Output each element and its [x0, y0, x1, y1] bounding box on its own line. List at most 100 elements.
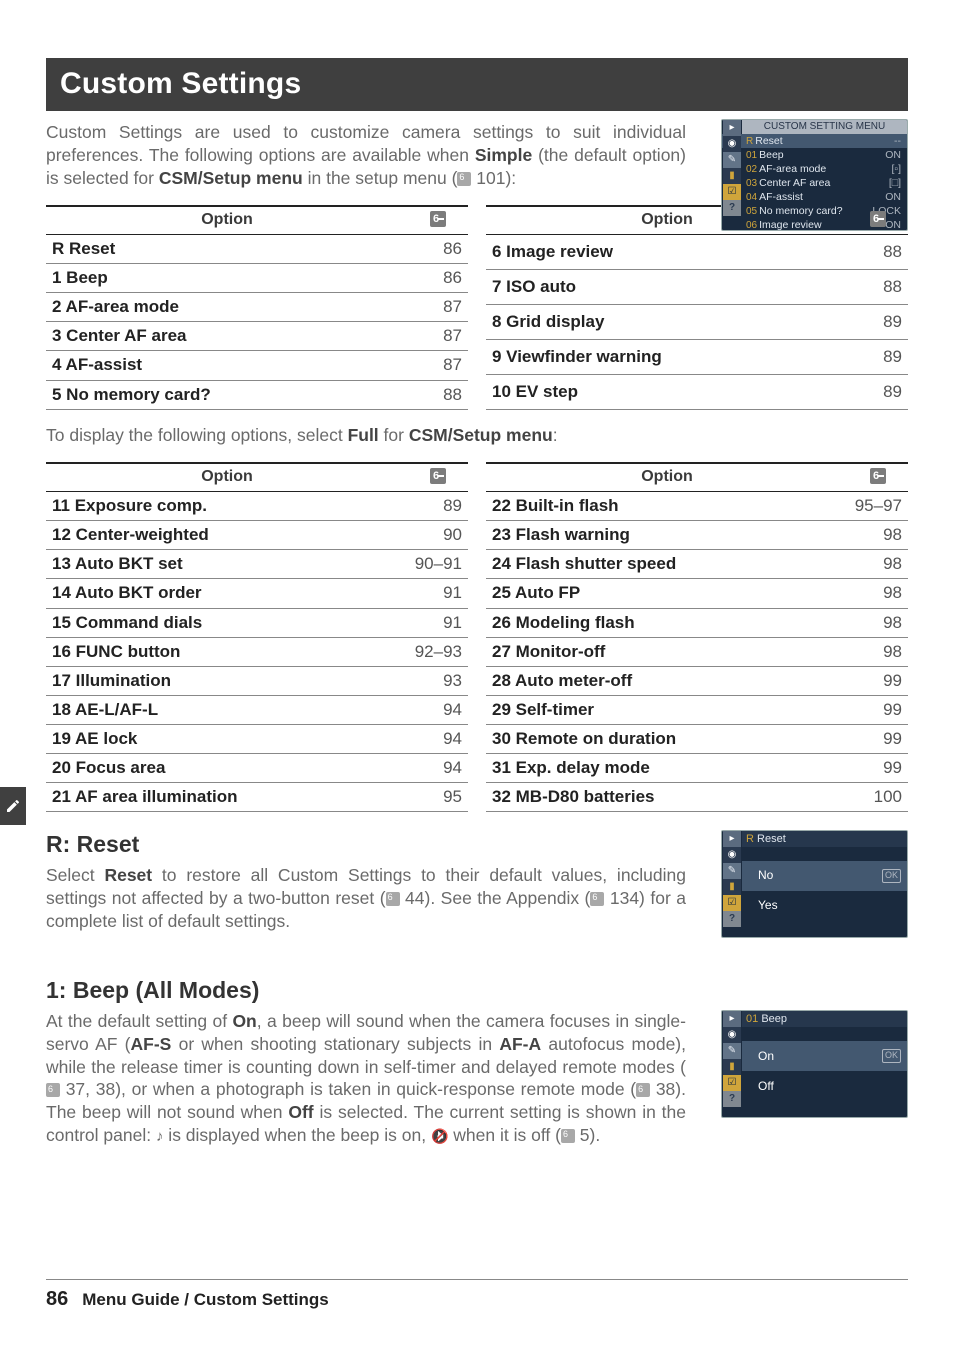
intro-paragraph: Custom Settings are used to customize ca… [46, 121, 686, 189]
option-label: 13 Auto BKT set [46, 550, 408, 579]
intro-csm: CSM/Setup menu [159, 168, 303, 188]
table-row: 13 Auto BKT set90–91 [46, 550, 468, 579]
table-row: 22 Built-in flash95–97 [486, 492, 908, 521]
page-ref-icon [457, 172, 471, 186]
option-label: 16 FUNC button [46, 637, 408, 666]
table-row: 26 Modeling flash98 [486, 608, 908, 637]
full-options-left: Option 11 Exposure comp.8912 Center-weig… [46, 462, 468, 812]
option-page: 95–97 [848, 492, 908, 521]
option-page: 90–91 [408, 550, 468, 579]
option-label: 22 Built-in flash [486, 492, 848, 521]
option-page: 98 [848, 579, 908, 608]
lcd-row: RReset-- [722, 134, 907, 148]
table-row: 17 Illumination93 [46, 666, 468, 695]
option-label: 29 Self-timer [486, 695, 848, 724]
pencil-tab-icon: ✎ [723, 1043, 741, 1059]
page-number: 86 [46, 1286, 68, 1312]
option-label: 4 AF-assist [46, 351, 408, 380]
txt: or when shooting stationary subjects in [171, 1034, 499, 1054]
col-page-icon [408, 463, 468, 491]
table-row: 12 Center-weighted90 [46, 521, 468, 550]
midline-csm: CSM/Setup menu [409, 425, 553, 445]
beep-afa: AF-A [499, 1034, 541, 1054]
simple-options-tables: Option R Reset861 Beep862 AF-area mode87… [46, 205, 908, 409]
table-row: 3 Center AF area87 [46, 322, 468, 351]
table-row: 11 Exposure comp.89 [46, 492, 468, 521]
play-tab-icon: ▸ [723, 120, 741, 136]
table-row: 5 No memory card?88 [46, 380, 468, 409]
camera-tab-icon: ◉ [723, 1027, 741, 1043]
table-row: 32 MB-D80 batteries100 [486, 783, 908, 812]
intro-text: in the setup menu ( [303, 168, 458, 188]
midline-text: To display the following options, select [46, 425, 348, 445]
table-row: 24 Flash shutter speed98 [486, 550, 908, 579]
option-page: 92–93 [408, 637, 468, 666]
txt: At the default setting of [46, 1011, 232, 1031]
option-page: 98 [848, 637, 908, 666]
txt: is displayed when the beep is on, [163, 1125, 431, 1145]
option-label: 10 EV step [486, 374, 848, 409]
simple-options-left: Option R Reset861 Beep862 AF-area mode87… [46, 205, 468, 409]
retouch-tab-icon: ▮ [723, 168, 741, 184]
option-label: 6 Image review [486, 235, 848, 270]
side-margin-pencil-icon [0, 787, 26, 825]
midline-text: for [379, 425, 409, 445]
option-label: 15 Command dials [46, 608, 408, 637]
option-label: 20 Focus area [46, 754, 408, 783]
option-page: 86 [408, 235, 468, 264]
option-label: 7 ISO auto [486, 269, 848, 304]
retouch-tab-icon: ▮ [723, 1059, 741, 1075]
option-page: 99 [848, 695, 908, 724]
intro-ref: 101): [471, 168, 516, 188]
table-row: 23 Flash warning98 [486, 521, 908, 550]
lbl: Reset [757, 833, 786, 845]
beep-off: Off [288, 1102, 313, 1122]
reset-bold: Reset [104, 865, 152, 885]
txt: Select [46, 865, 104, 885]
option-label: 21 AF area illumination [46, 783, 408, 812]
page-ref-icon [636, 1083, 650, 1097]
option-page: 94 [408, 724, 468, 753]
option-page: 100 [848, 783, 908, 812]
option-label: 11 Exposure comp. [46, 492, 408, 521]
option-label: 3 Center AF area [46, 322, 408, 351]
option-label: 5 No memory card? [46, 380, 408, 409]
page-ref-icon [386, 892, 400, 906]
play-tab-icon: ▸ [723, 1011, 741, 1027]
lcd-title: CUSTOM SETTING MENU [742, 120, 907, 134]
option-page: 89 [408, 492, 468, 521]
table-row: 27 Monitor-off98 [486, 637, 908, 666]
option-page: 93 [408, 666, 468, 695]
play-tab-icon: ▸ [723, 831, 741, 847]
option-label: 19 AE lock [46, 724, 408, 753]
midline-text: : [553, 425, 558, 445]
option-page: 87 [408, 322, 468, 351]
page-icon [870, 468, 886, 484]
camera-tab-icon: ◉ [723, 847, 741, 863]
col-option: Option [46, 206, 408, 234]
lcd-row: 01BeepON [722, 148, 907, 162]
option-label: 2 AF-area mode [46, 293, 408, 322]
lcd-row: 02AF-area mode[▫] [722, 162, 907, 176]
table-row: 30 Remote on duration99 [486, 724, 908, 753]
option-page: 91 [408, 579, 468, 608]
option-label: 14 Auto BKT order [46, 579, 408, 608]
lcd-reset-dialog: ▸ ◉ ✎ ▮ ☑ ? R Reset NoOK Yes [721, 830, 908, 938]
full-options-right: Option 22 Built-in flash95–9723 Flash wa… [486, 462, 908, 812]
page-ref-icon [46, 1083, 60, 1097]
table-row: 16 FUNC button92–93 [46, 637, 468, 666]
page-icon [430, 468, 446, 484]
intro-simple: Simple [475, 145, 532, 165]
lbl: Off [758, 1079, 774, 1095]
setup-tab-icon: ☑ [723, 1075, 741, 1091]
lbl: Yes [758, 898, 778, 914]
lcd-row: 04AF-assistON [722, 190, 907, 204]
setup-tab-icon: ☑ [723, 184, 741, 200]
table-row: 2 AF-area mode87 [46, 293, 468, 322]
option-label: 28 Auto meter-off [486, 666, 848, 695]
option-label: 18 AE-L/AF-L [46, 695, 408, 724]
txt: 5). [575, 1125, 600, 1145]
table-row: 7 ISO auto88 [486, 269, 908, 304]
option-label: 12 Center-weighted [46, 521, 408, 550]
lcd-beep-on: OnOK [742, 1041, 907, 1071]
